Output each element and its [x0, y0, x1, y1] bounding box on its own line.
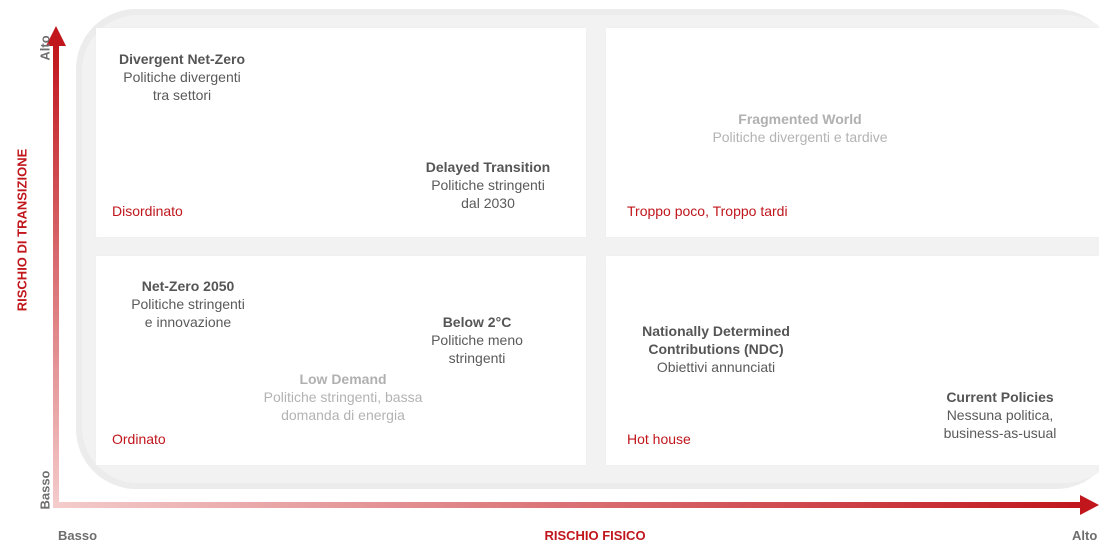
scenario-current-policies: Current Policies Nessuna politica, busin…	[912, 388, 1088, 442]
scenario-description: Politiche stringenti	[131, 296, 245, 312]
quadrant-label-ordinato: Ordinato	[112, 431, 166, 447]
scenario-description: Politiche stringenti	[431, 177, 545, 193]
y-axis-low-label: Basso	[37, 470, 53, 510]
scenario-low-demand: Low Demand Politiche stringenti, bassa d…	[230, 370, 456, 424]
scenario-description: dal 2030	[461, 195, 515, 211]
scenario-title: Current Policies	[946, 389, 1054, 405]
y-axis-arrow-shaft	[53, 42, 59, 508]
scenario-delayed-transition: Delayed Transition Politiche stringenti …	[398, 158, 578, 212]
scenario-description: Nessuna politica,	[946, 407, 1054, 423]
x-axis-high-label: Alto	[1072, 528, 1098, 543]
scenario-description: Politiche divergenti e tardive	[712, 129, 888, 145]
scenario-description: domanda di energia	[281, 407, 405, 423]
scenario-divergent-net-zero: Divergent Net-Zero Politiche divergenti …	[94, 50, 270, 104]
scenario-net-zero-2050: Net-Zero 2050 Politiche stringenti e inn…	[98, 277, 278, 331]
scenario-title-line2: Contributions (NDC)	[648, 341, 784, 357]
scenario-below-2c: Below 2°C Politiche meno stringenti	[412, 313, 542, 367]
y-axis-title: RISCHIO DI TRANSIZIONE	[14, 148, 30, 312]
scenario-description: e innovazione	[144, 314, 232, 330]
scenario-description: Obiettivi annunciati	[656, 359, 776, 375]
scenario-title: Net-Zero 2050	[141, 278, 235, 294]
scenario-title: Low Demand	[299, 371, 387, 387]
scenario-ndc: Nationally Determined Contributions (NDC…	[615, 322, 817, 376]
scenario-title: Below 2°C	[442, 314, 512, 330]
quadrant-label-hot-house: Hot house	[627, 431, 691, 447]
scenario-title: Fragmented World	[738, 111, 862, 127]
scenario-description: business-as-usual	[943, 425, 1057, 441]
scenario-description: stringenti	[448, 350, 506, 366]
scenario-description: Politiche stringenti, bassa	[263, 389, 423, 405]
scenario-description: Politiche divergenti	[123, 69, 241, 85]
scenario-title: Nationally Determined	[642, 323, 790, 339]
scenario-description: Politiche meno	[431, 332, 523, 348]
x-axis-title: RISCHIO FISICO	[544, 528, 646, 543]
x-axis-arrow-shaft	[53, 502, 1085, 508]
quadrant-label-disordinato: Disordinato	[112, 203, 183, 219]
scenario-fragmented-world: Fragmented World Politiche divergenti e …	[655, 110, 945, 146]
y-axis-high-label: Alto	[37, 35, 53, 61]
x-axis-arrow-head	[1080, 495, 1099, 515]
scenario-description: tra settori	[152, 87, 212, 103]
quadrant-label-troppo-poco: Troppo poco, Troppo tardi	[627, 203, 788, 219]
scenario-title: Delayed Transition	[425, 159, 551, 175]
scenario-title: Divergent Net-Zero	[118, 51, 246, 67]
